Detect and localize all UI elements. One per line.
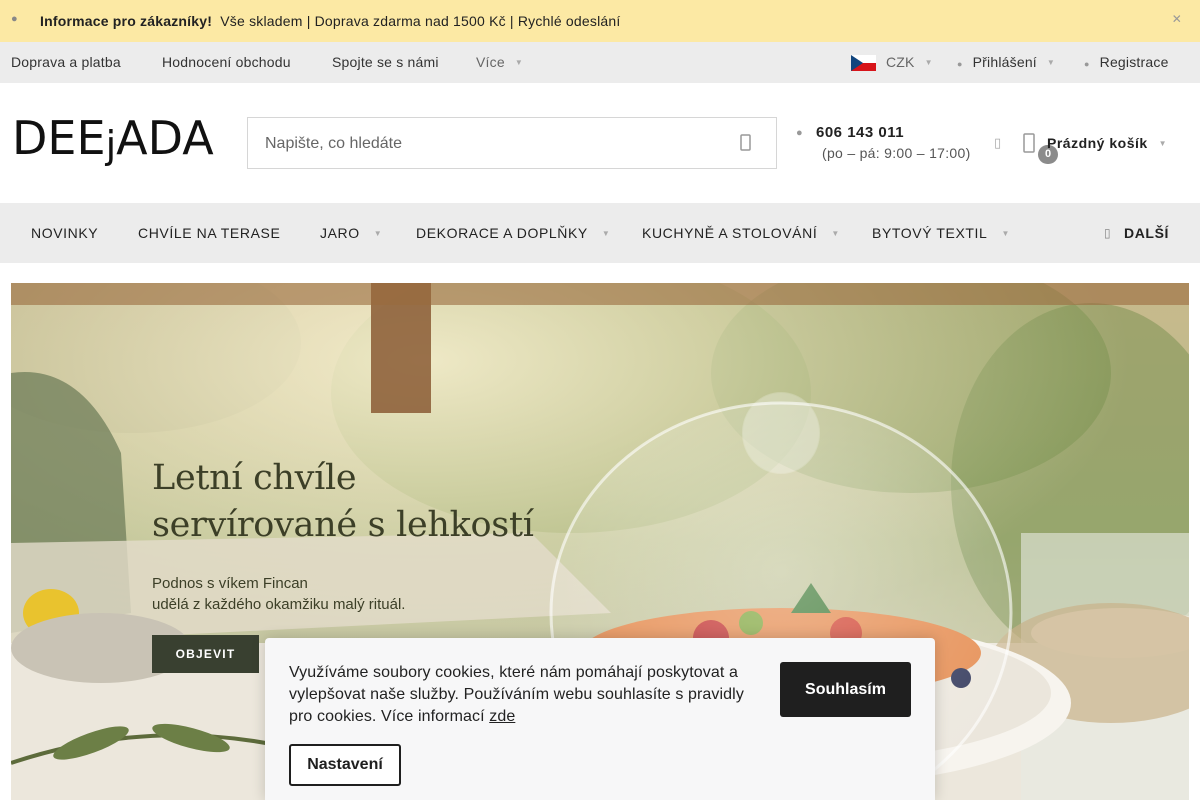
hero-title: Letní chvíle servírované s lehkostí	[152, 455, 534, 549]
top-utility-bar: Doprava a platba Hodnocení obchodu Spojt…	[0, 42, 1200, 83]
nav-item-label: KUCHYNĚ A STOLOVÁNÍ	[642, 225, 818, 241]
cart-label: Prázdný košík	[1047, 135, 1148, 151]
link-doprava-a-platba[interactable]: Doprava a platba	[11, 54, 121, 70]
login-label: Přihlášení	[972, 54, 1037, 70]
cookie-text: Využíváme soubory cookies, které nám pom…	[289, 662, 759, 728]
cookie-settings-button[interactable]: Nastavení	[289, 744, 401, 786]
main-nav: NOVINKY CHVÍLE NA TERASE JARO ▼ DEKORACE …	[0, 203, 1200, 263]
hero-subtitle: Podnos s víkem Fincan udělá z každého ok…	[152, 573, 405, 615]
cookie-accept-button[interactable]: Souhlasím	[780, 662, 911, 717]
menu-icon: ▯	[1104, 226, 1112, 240]
nav-item-kuchyne-a-stolovani[interactable]: KUCHYNĚ A STOLOVÁNÍ ▼	[642, 225, 840, 241]
link-hodnoceni-obchodu[interactable]: Hodnocení obchodu	[162, 54, 291, 70]
search-icon[interactable]	[738, 133, 754, 158]
nav-item-dekorace-a-doplnky[interactable]: DEKORACE A DOPLŇKY ▼	[416, 225, 610, 241]
info-bar: ● Informace pro zákazníky! Vše skladem |…	[0, 0, 1200, 42]
currency-label: CZK	[886, 54, 915, 70]
logo[interactable]: DEEjADA	[12, 113, 214, 170]
phone-number[interactable]: 606 143 011	[816, 124, 904, 141]
opening-hours: (po – pá: 9:00 – 17:00)	[822, 145, 971, 161]
search-input[interactable]	[265, 132, 715, 156]
register-label: Registrace	[1099, 54, 1169, 70]
nav-item-chvile-na-terase[interactable]: CHVÍLE NA TERASE	[138, 225, 280, 241]
hero-title-line: Letní chvíle	[152, 458, 357, 498]
chevron-down-icon: ▼	[1046, 58, 1056, 67]
currency-select[interactable]: CZK ▼	[886, 54, 933, 70]
login-link[interactable]: ● Přihlášení ▼	[957, 54, 1055, 70]
nav-item-label: DEKORACE A DOPLŇKY	[416, 225, 588, 241]
chevron-down-icon: ▼	[373, 229, 383, 238]
cookie-banner: Využíváme soubory cookies, které nám pom…	[265, 638, 935, 800]
chevron-down-icon: ▼	[601, 229, 611, 238]
chevron-down-icon: ▼	[924, 58, 933, 67]
register-icon: ●	[1084, 59, 1090, 69]
hero-subtitle-line: udělá z každého okamžiku malý rituál.	[152, 596, 406, 613]
cart-icon[interactable]	[1022, 131, 1036, 160]
hero-subtitle-line: Podnos s víkem Fincan	[152, 575, 308, 592]
hero-title-line: servírované s lehkostí	[152, 505, 534, 545]
hero-cta-button[interactable]: OBJEVIT	[152, 635, 259, 673]
cart-link[interactable]: Prázdný košík ▼	[1047, 135, 1167, 151]
nav-item-bytovy-textil[interactable]: BYTOVÝ TEXTIL ▼	[872, 225, 1010, 241]
close-icon[interactable]: ✕	[1172, 12, 1182, 26]
more-menu[interactable]: Více ▼	[476, 54, 523, 70]
info-icon: ●	[11, 13, 18, 25]
info-message: Vše skladem | Doprava zdarma nad 1500 Kč…	[220, 13, 621, 29]
cookie-more-info-link[interactable]: zde	[489, 708, 515, 725]
chevron-down-icon: ▼	[1158, 139, 1168, 148]
register-link[interactable]: ● Registrace	[1084, 54, 1169, 70]
info-text: Informace pro zákazníky! Vše skladem | D…	[40, 13, 620, 29]
link-spojte-se-s-nami[interactable]: Spojte se s námi	[332, 54, 439, 70]
nav-more-button[interactable]: DALŠÍ	[1124, 225, 1169, 241]
czech-flag-icon[interactable]	[851, 55, 876, 71]
nav-item-novinky[interactable]: NOVINKY	[31, 225, 98, 241]
nav-item-label: JARO	[320, 225, 360, 241]
chevron-down-icon: ▼	[514, 58, 523, 67]
chevron-down-icon: ▼	[1001, 229, 1010, 238]
heart-icon[interactable]: ▯	[994, 135, 1001, 151]
nav-item-jaro[interactable]: JARO ▼	[320, 225, 382, 241]
user-icon: ●	[957, 59, 963, 69]
phone-icon: ●	[796, 127, 803, 139]
nav-item-label: BYTOVÝ TEXTIL	[872, 225, 988, 241]
search-box	[247, 117, 777, 169]
cookie-message: Využíváme soubory cookies, které nám pom…	[289, 664, 744, 725]
more-label: Více	[476, 54, 505, 70]
info-title: Informace pro zákazníky!	[40, 13, 213, 29]
chevron-down-icon: ▼	[831, 229, 840, 238]
